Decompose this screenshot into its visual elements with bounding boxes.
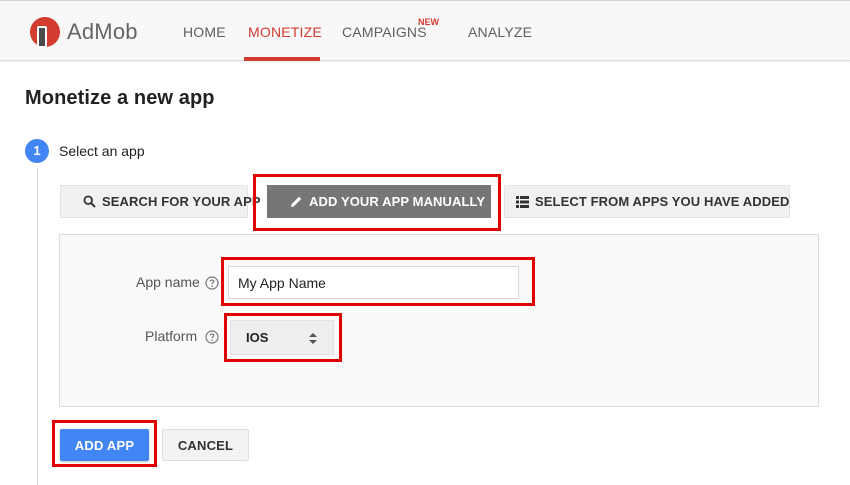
list-icon [516, 195, 529, 208]
select-from-apps-you-have-added-button[interactable]: SELECT FROM APPS YOU HAVE ADDED [504, 185, 790, 218]
app-name-input[interactable] [228, 266, 519, 299]
cancel-button[interactable]: CANCEL [162, 429, 249, 461]
platform-label: Platform [145, 328, 198, 344]
nav-home[interactable]: HOME [183, 24, 226, 40]
admob-logo-icon[interactable] [28, 15, 62, 49]
platform-help-icon[interactable] [205, 330, 219, 344]
step-label: Select an app [59, 143, 145, 159]
brand-name: AdMob [67, 19, 138, 44]
nav-monetize[interactable]: MONETIZE [248, 24, 322, 40]
platform-selected-value: IOS [246, 330, 269, 345]
active-tab-indicator [244, 57, 320, 61]
nav-analyze[interactable]: ANALYZE [468, 24, 532, 40]
top-navigation-bar: AdMob HOME MONETIZE CAMPAIGNS NEW ANALYZ… [0, 0, 850, 61]
up-down-arrows-icon [309, 333, 317, 344]
pencil-icon [291, 196, 302, 207]
add-app-button[interactable]: ADD APP [60, 429, 149, 461]
nav-campaigns[interactable]: CAMPAIGNS [342, 24, 427, 40]
search-icon [83, 195, 96, 208]
search-for-your-app-button[interactable]: SEARCH FOR YOUR APP [60, 185, 261, 218]
step-number-badge: 1 [25, 139, 49, 163]
app-name-label: App name [136, 274, 200, 290]
search-for-your-app-label: SEARCH FOR YOUR APP [102, 194, 261, 209]
app-name-help-icon[interactable] [205, 276, 219, 290]
app-details-panel [59, 234, 819, 407]
add-your-app-manually-label: ADD YOUR APP MANUALLY [309, 194, 486, 209]
step-connector-line [37, 168, 38, 485]
page-title: Monetize a new app [25, 87, 215, 109]
add-your-app-manually-button[interactable]: ADD YOUR APP MANUALLY [267, 185, 491, 218]
select-from-apps-label: SELECT FROM APPS YOU HAVE ADDED [535, 194, 790, 209]
platform-select[interactable]: IOS [230, 320, 334, 355]
new-badge: NEW [418, 17, 439, 27]
